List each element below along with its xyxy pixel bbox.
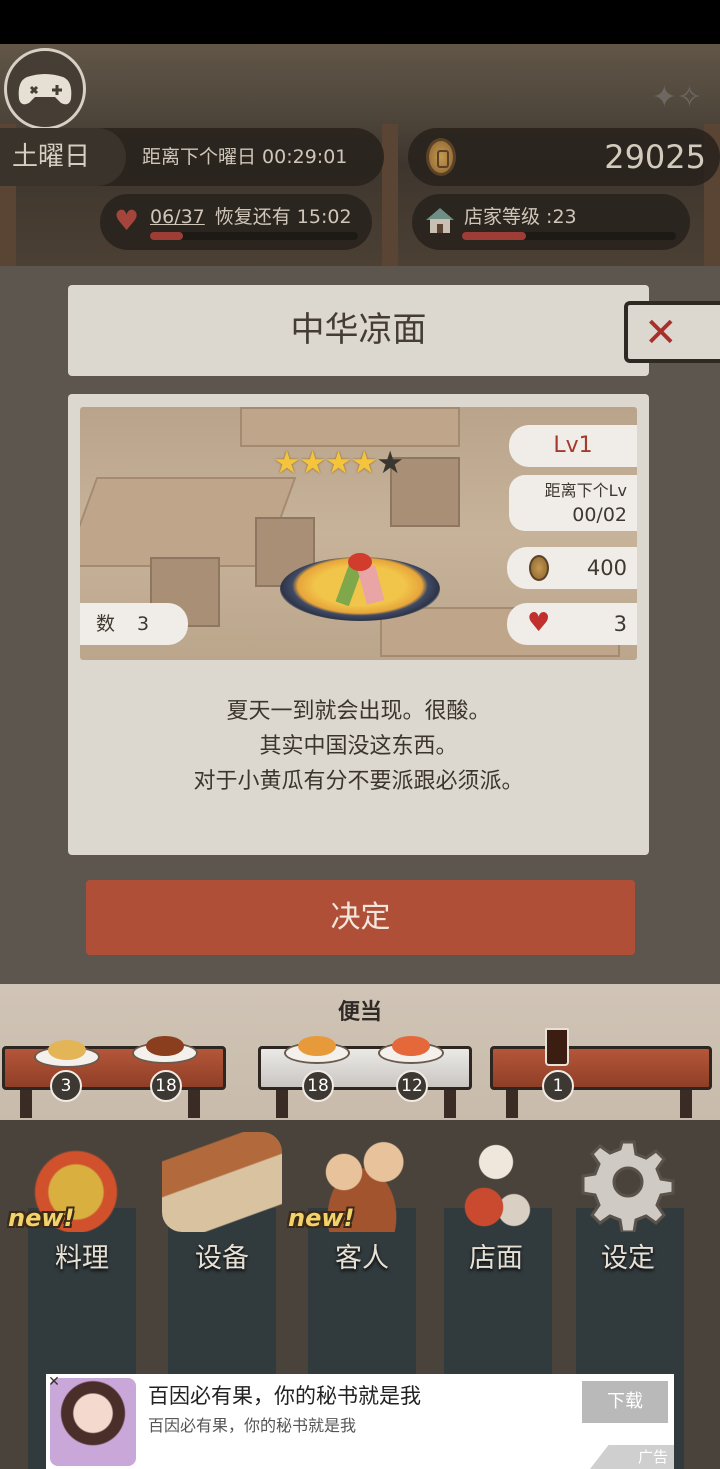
shop-level-bar — [462, 232, 676, 240]
description-line: 夏天一到就会出现。很酸。 — [226, 699, 491, 724]
rating-stars: ★★★★★ — [273, 445, 404, 481]
dish-plate[interactable] — [284, 1036, 350, 1064]
star-filled-icon: ★ — [298, 445, 327, 481]
game-screen: ✦✧ 土曜日 距离下个曜日 00:29:01 29025 ♥ 06/37 恢复还有… — [0, 44, 720, 1469]
confirm-button[interactable]: 决定 — [86, 880, 635, 955]
new-badge: new! — [8, 1204, 75, 1232]
ad-download-button[interactable]: 下载 — [582, 1381, 668, 1423]
dish-plate[interactable] — [132, 1036, 198, 1064]
nav-label: 设备 — [195, 1243, 249, 1274]
dish-title: 中华凉面 — [68, 285, 649, 376]
price-tag: 400 — [507, 547, 637, 589]
dish-count-badge: 1 — [542, 1070, 574, 1102]
nav-equipment[interactable]: 设备 — [152, 1132, 292, 1274]
star-empty-icon: ★ — [376, 445, 404, 481]
counter-leg — [680, 1090, 692, 1118]
shop-building-icon — [162, 1132, 282, 1232]
drink-glass[interactable] — [545, 1028, 569, 1066]
star-filled-icon: ★ — [273, 445, 301, 481]
nav-settings[interactable]: 设定 — [558, 1132, 698, 1274]
nav-cooking[interactable]: new! 料理 — [8, 1132, 152, 1274]
ham-shape — [357, 565, 385, 605]
counter-leg — [276, 1090, 288, 1118]
tomato-shape — [348, 553, 372, 571]
ad-subtitle: 百因必有果，你的秘书就是我 — [148, 1416, 357, 1435]
weekday-panel: 土曜日 距离下个曜日 00:29:01 — [0, 128, 384, 186]
coin-icon — [529, 555, 549, 581]
coin-icon — [426, 138, 456, 176]
gamepad-button[interactable] — [4, 48, 86, 130]
new-badge: new! — [288, 1204, 355, 1232]
dish-description: 夏天一到就会出现。很酸。 其实中国没这东西。 对于小黄瓜有分不要派跟必须派。 — [68, 694, 649, 799]
counter-right[interactable] — [490, 1046, 712, 1090]
nav-label: 设定 — [601, 1243, 655, 1274]
coin-count: 29025 — [604, 138, 706, 176]
dish-illustration: ★★★★★ Lv1 距离下个Lv 00/02 400 ♥ 3 数3 — [80, 407, 637, 660]
shop-level-label: 店家等级 :23 — [464, 206, 577, 228]
status-bar — [0, 0, 720, 44]
description-line: 对于小黄瓜有分不要派跟必须派。 — [193, 769, 524, 794]
dish-card: ★★★★★ Lv1 距离下个Lv 00/02 400 ♥ 3 数3 夏天一到就会… — [68, 394, 649, 855]
heart-bar — [150, 232, 358, 240]
count-value: 3 — [137, 613, 150, 635]
counter-leg — [188, 1090, 200, 1118]
house-icon — [426, 208, 454, 233]
nav-storefront[interactable]: 店面 — [426, 1132, 566, 1274]
star-filled-icon: ★ — [324, 445, 353, 481]
nav-label: 料理 — [55, 1243, 109, 1274]
counter-area: 便当 3 18 18 12 1 — [0, 984, 720, 1120]
wood-beam — [382, 124, 398, 266]
counter-leg — [444, 1090, 456, 1118]
heart-value: 3 — [613, 612, 627, 636]
dish-count-badge: 18 — [150, 1070, 182, 1102]
next-level-tag: 距离下个Lv 00/02 — [509, 475, 637, 531]
heart-icon: ♥ — [114, 204, 140, 237]
gear-icon — [568, 1132, 688, 1234]
level-tag: Lv1 — [509, 425, 637, 467]
ad-close-icon[interactable]: ✕ — [46, 1374, 62, 1390]
gamepad-icon — [18, 74, 72, 105]
ad-label: 广告 — [590, 1445, 674, 1469]
nav-label: 客人 — [335, 1243, 389, 1274]
close-button[interactable]: ✕ — [624, 301, 720, 363]
counter-leg — [20, 1090, 32, 1118]
heart-tag: ♥ 3 — [507, 603, 637, 645]
close-icon: ✕ — [644, 310, 678, 356]
weekday-label: 土曜日 — [0, 128, 126, 186]
bento-label: 便当 — [337, 1000, 382, 1025]
count-tag: 数3 — [80, 603, 188, 645]
sparkle-icon: ✦✧ — [651, 80, 702, 115]
heart-bar-fill — [150, 232, 184, 240]
counter-leg — [506, 1090, 518, 1118]
nav-label: 店面 — [469, 1243, 523, 1274]
nav-customers[interactable]: new! 客人 — [288, 1132, 432, 1274]
next-level-label: 距离下个Lv — [544, 481, 627, 500]
ad-title: 百因必有果，你的秘书就是我 — [148, 1384, 421, 1408]
heart-count: 06/37 — [150, 206, 205, 228]
dish-count-badge: 18 — [302, 1070, 334, 1102]
shop-level-panel: 店家等级 :23 — [412, 194, 690, 250]
dish-plate[interactable] — [34, 1040, 100, 1068]
dish-plate[interactable] — [378, 1036, 444, 1064]
lucky-cat-icon — [436, 1132, 556, 1232]
dish-count-badge: 12 — [396, 1070, 428, 1102]
heart-icon: ♥ — [527, 608, 551, 638]
description-line: 其实中国没这东西。 — [259, 734, 458, 759]
coin-panel: 29025 — [408, 128, 720, 186]
next-level-value: 00/02 — [572, 504, 627, 526]
ad-avatar — [50, 1378, 136, 1466]
heart-status: 06/37 恢复还有 15:02 — [150, 202, 352, 229]
heart-panel: ♥ 06/37 恢复还有 15:02 — [100, 194, 372, 250]
price-value: 400 — [586, 556, 627, 580]
star-filled-icon: ★ — [350, 445, 378, 481]
heart-recover: 恢复还有 15:02 — [214, 206, 352, 228]
shop-level-bar-fill — [462, 232, 527, 240]
dish-count-badge: 3 — [50, 1070, 82, 1102]
count-label: 数 — [96, 613, 116, 635]
table-shape — [240, 407, 460, 447]
ad-banner[interactable]: ✕ 百因必有果，你的秘书就是我 百因必有果，你的秘书就是我 下载 广告 — [46, 1374, 674, 1469]
weekday-countdown: 距离下个曜日 00:29:01 — [142, 146, 348, 168]
noodle-bowl-image — [280, 553, 440, 621]
